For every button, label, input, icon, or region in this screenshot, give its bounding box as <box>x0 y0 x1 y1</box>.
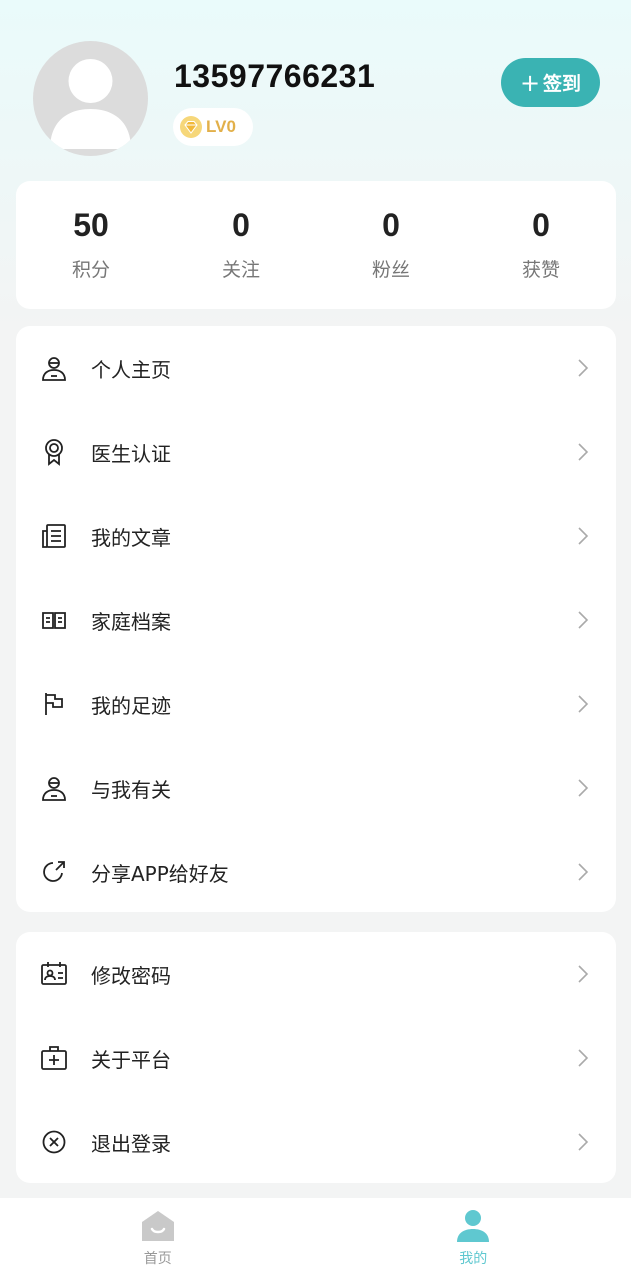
menu-item-family-records[interactable]: 家庭档案 <box>16 578 616 662</box>
id-card-icon <box>39 959 69 989</box>
stat-label: 获赞 <box>521 259 560 281</box>
menu-item-about-platform[interactable]: 关于平台 <box>16 1016 616 1100</box>
menu-label: 与我有关 <box>91 777 171 802</box>
menu-label: 修改密码 <box>91 963 171 988</box>
menu-group-settings: 修改密码 关于平台 退出登录 <box>16 932 616 1183</box>
menu-item-my-footprints[interactable]: 我的足迹 <box>16 662 616 746</box>
signin-button[interactable]: + 签到 <box>501 58 600 107</box>
chevron-right-icon <box>578 695 589 713</box>
stat-value: 0 <box>232 207 250 243</box>
plus-icon: + <box>519 68 541 97</box>
stat-value: 0 <box>382 207 400 243</box>
menu-item-profile[interactable]: 个人主页 <box>16 326 616 410</box>
stat-label: 关注 <box>221 259 260 281</box>
stat-fans[interactable]: 0 粉丝 <box>316 181 466 309</box>
chevron-right-icon <box>578 779 589 797</box>
menu-label: 我的足迹 <box>91 693 171 718</box>
level-badge: LV0 <box>173 108 253 146</box>
avatar[interactable] <box>33 41 148 156</box>
tab-label: 首页 <box>143 1251 172 1267</box>
diamond-icon <box>180 116 202 138</box>
chevron-right-icon <box>578 611 589 629</box>
menu-label: 分享APP给好友 <box>91 861 229 886</box>
stat-likes[interactable]: 0 获赞 <box>466 181 616 309</box>
menu-label: 家庭档案 <box>91 609 171 634</box>
signin-label: 签到 <box>543 73 582 95</box>
menu-item-change-password[interactable]: 修改密码 <box>16 932 616 1016</box>
level-text: LV0 <box>206 117 236 136</box>
close-circle-icon <box>39 1127 69 1157</box>
stats-card: 50 积分 0 关注 0 粉丝 0 获赞 <box>16 181 616 309</box>
menu-item-share-app[interactable]: 分享APP给好友 <box>16 830 616 914</box>
chevron-right-icon <box>578 1133 589 1151</box>
menu-item-doctor-certification[interactable]: 医生认证 <box>16 410 616 494</box>
user-icon <box>39 353 69 383</box>
stat-label: 粉丝 <box>371 259 410 281</box>
chevron-right-icon <box>578 527 589 545</box>
user-icon <box>39 773 69 803</box>
profile-header: 13597766231 LV0 + 签到 <box>0 0 631 180</box>
menu-item-related-to-me[interactable]: 与我有关 <box>16 746 616 830</box>
menu-label: 个人主页 <box>91 357 171 382</box>
tab-label: 我的 <box>459 1251 488 1267</box>
menu-item-my-articles[interactable]: 我的文章 <box>16 494 616 578</box>
stat-value: 50 <box>73 207 109 243</box>
open-book-icon <box>39 605 69 635</box>
chevron-right-icon <box>578 965 589 983</box>
award-badge-icon <box>39 437 69 467</box>
stat-following[interactable]: 0 关注 <box>166 181 316 309</box>
bottom-tab-bar: 首页 我的 <box>0 1198 631 1280</box>
user-phone: 13597766231 <box>174 58 376 94</box>
chevron-right-icon <box>578 443 589 461</box>
chevron-right-icon <box>578 359 589 377</box>
menu-item-logout[interactable]: 退出登录 <box>16 1100 616 1184</box>
tab-mine[interactable]: 我的 <box>316 1198 631 1280</box>
menu-label: 我的文章 <box>91 525 171 550</box>
flag-icon <box>39 689 69 719</box>
chevron-right-icon <box>578 863 589 881</box>
default-avatar-icon <box>50 59 131 149</box>
menu-label: 退出登录 <box>91 1131 171 1156</box>
stat-label: 积分 <box>71 259 110 281</box>
medical-kit-icon <box>39 1043 69 1073</box>
menu-group-main: 个人主页 医生认证 我的文章 家庭档案 我的足迹 与我有关 分享APP给好友 <box>16 326 616 912</box>
share-icon <box>39 857 69 887</box>
tab-home[interactable]: 首页 <box>0 1198 316 1280</box>
chevron-right-icon <box>578 1049 589 1067</box>
user-icon <box>457 1210 490 1242</box>
menu-label: 关于平台 <box>91 1047 171 1072</box>
home-icon <box>141 1211 174 1241</box>
document-icon <box>39 521 69 551</box>
menu-label: 医生认证 <box>91 441 171 466</box>
stat-points[interactable]: 50 积分 <box>16 181 166 309</box>
stat-value: 0 <box>532 207 550 243</box>
